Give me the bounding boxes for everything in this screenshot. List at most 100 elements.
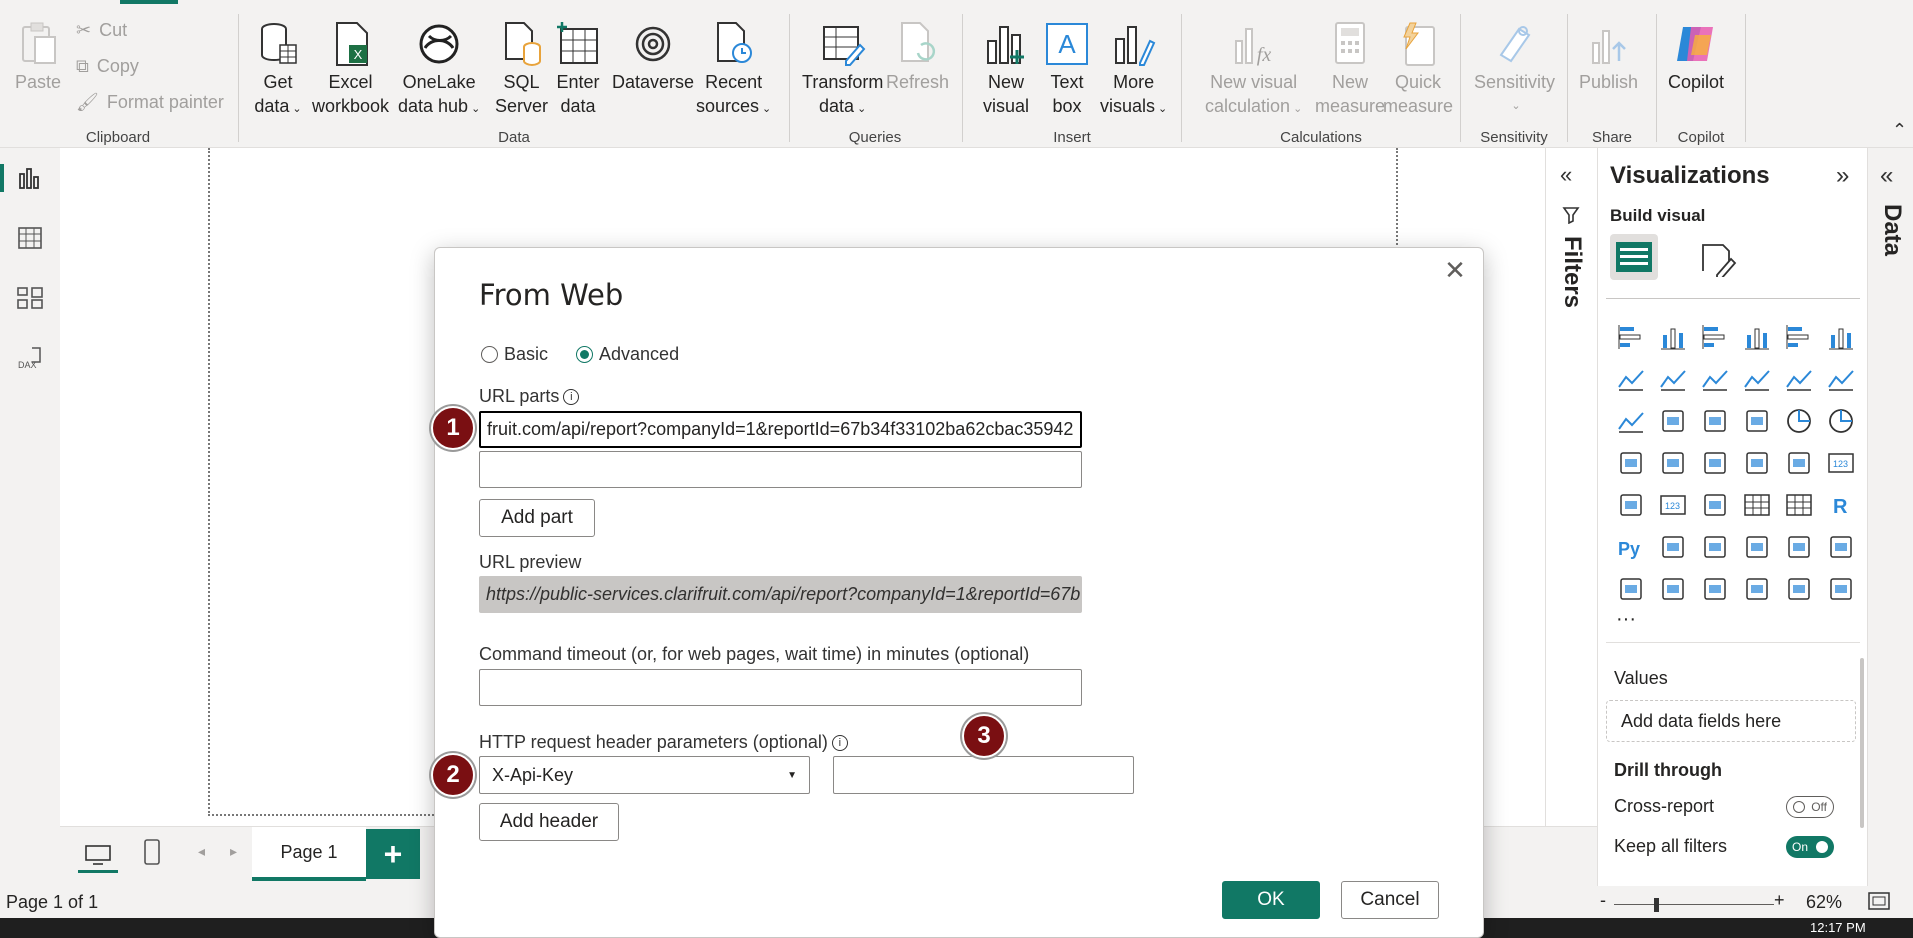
dataverse-button[interactable]: Dataverse <box>612 20 694 94</box>
pane-scrollbar[interactable] <box>1860 658 1864 828</box>
map-visual-icon[interactable] <box>1652 442 1694 484</box>
pie-visual-icon[interactable] <box>1778 400 1820 442</box>
advanced-radio[interactable] <box>576 346 594 363</box>
quick-measure-button[interactable]: Quick measure <box>1383 20 1453 118</box>
qa-visual-icon[interactable] <box>1736 526 1778 568</box>
url-part-1-input[interactable]: fruit.com/api/report?companyId=1&reportI… <box>479 411 1082 448</box>
decomposition-tree-visual-icon[interactable] <box>1694 526 1736 568</box>
funnel-visual-icon[interactable] <box>1694 400 1736 442</box>
filled-map-visual-icon[interactable] <box>1694 442 1736 484</box>
100-area-visual-icon[interactable] <box>1736 358 1778 400</box>
stacked-bar-visual-icon[interactable] <box>1610 316 1652 358</box>
key-influencers-visual-icon[interactable] <box>1652 526 1694 568</box>
cut-button[interactable]: ✂ Cut <box>76 20 127 41</box>
collapse-visualizations-icon[interactable]: » <box>1836 162 1849 190</box>
table-view-icon[interactable] <box>12 220 48 256</box>
donut-visual-icon[interactable] <box>1820 400 1862 442</box>
next-page-icon[interactable]: ▸ <box>230 843 237 860</box>
text-box-button[interactable]: A Text box <box>1043 20 1091 118</box>
zoom-out-button[interactable]: - <box>1600 890 1606 911</box>
treemap-visual-icon[interactable] <box>1610 442 1652 484</box>
clustered-column-visual-icon[interactable] <box>1736 316 1778 358</box>
100-column-visual-icon[interactable] <box>1820 316 1862 358</box>
clustered-bar-visual-icon[interactable] <box>1694 316 1736 358</box>
dax-query-view-icon[interactable]: DAX <box>12 340 48 376</box>
filters-pane-collapsed[interactable]: « Filters <box>1545 148 1597 886</box>
command-timeout-input[interactable] <box>479 669 1082 706</box>
previous-page-icon[interactable]: ◂ <box>198 843 205 860</box>
python-visual-visual-icon[interactable]: Py <box>1610 526 1652 568</box>
add-page-button[interactable]: + <box>366 829 420 879</box>
new-visual-calculation-button[interactable]: fx New visual calculation ⌄ <box>1205 20 1302 121</box>
slicer-visual-icon[interactable] <box>1694 484 1736 526</box>
matrix-visual-icon[interactable] <box>1778 484 1820 526</box>
smart-narrative-visual-icon[interactable] <box>1778 526 1820 568</box>
zoom-level[interactable]: 62% <box>1806 892 1842 913</box>
line-visual-icon[interactable] <box>1610 358 1652 400</box>
model-view-icon[interactable] <box>12 280 48 316</box>
scatter-visual-icon[interactable] <box>1736 400 1778 442</box>
build-visual-tab[interactable] <box>1610 234 1658 280</box>
format-visual-tab[interactable] <box>1696 236 1740 280</box>
power-automate-visual-icon[interactable] <box>1694 568 1736 610</box>
zoom-slider-thumb[interactable] <box>1654 898 1659 912</box>
desktop-layout-icon[interactable] <box>78 839 118 873</box>
stacked-area-visual-icon[interactable] <box>1694 358 1736 400</box>
excel-workbook-button[interactable]: X Excel workbook <box>312 20 389 118</box>
power-apps-visual-icon[interactable] <box>1652 568 1694 610</box>
enter-data-button[interactable]: Enter data <box>554 20 602 118</box>
close-icon[interactable]: ✕ <box>1441 256 1469 284</box>
area-visual-icon[interactable] <box>1652 358 1694 400</box>
r-visual-visual-icon[interactable]: R <box>1820 484 1862 526</box>
metrics-visual-icon[interactable] <box>1820 526 1862 568</box>
url-part-2-input[interactable] <box>479 451 1082 488</box>
recent-sources-button[interactable]: Recent sources ⌄ <box>696 20 771 121</box>
more-visuals-ellipsis[interactable]: ··· <box>1616 608 1636 631</box>
basic-radio[interactable] <box>481 346 498 363</box>
custom-visual-visual-icon[interactable] <box>1778 568 1820 610</box>
paste-button[interactable]: Paste <box>14 20 62 94</box>
kpi-visual-icon[interactable]: 123 <box>1652 484 1694 526</box>
copilot-button[interactable]: Copilot <box>1668 20 1724 94</box>
stacked-column-visual-icon[interactable] <box>1652 316 1694 358</box>
expand-filters-icon[interactable]: « <box>1560 162 1572 188</box>
get-data-button[interactable]: Get data ⌄ <box>254 20 302 121</box>
goals-visual-icon[interactable] <box>1820 568 1862 610</box>
page-tab-1[interactable]: Page 1 <box>252 827 366 881</box>
publish-button[interactable]: Publish <box>1579 20 1638 94</box>
azure-map-visual-icon[interactable] <box>1736 442 1778 484</box>
collapse-ribbon-icon[interactable]: ⌃ <box>1892 120 1907 141</box>
arcgis-visual-icon[interactable] <box>1736 568 1778 610</box>
paginated-report-visual-icon[interactable] <box>1610 568 1652 610</box>
cross-report-toggle[interactable]: Off <box>1786 796 1834 818</box>
expand-data-icon[interactable]: « <box>1880 162 1893 190</box>
add-header-button[interactable]: Add header <box>479 803 619 841</box>
keep-all-filters-toggle[interactable]: On <box>1786 836 1834 858</box>
format-painter-button[interactable]: 🖌 Format painter <box>76 92 224 113</box>
table-visual-icon[interactable] <box>1736 484 1778 526</box>
100-bar-visual-icon[interactable] <box>1778 316 1820 358</box>
multi-row-card-visual-icon[interactable] <box>1610 484 1652 526</box>
new-measure-button[interactable]: New measure <box>1315 20 1385 118</box>
line-clustered-column-visual-icon[interactable] <box>1820 358 1862 400</box>
info-icon[interactable]: i <box>831 735 848 752</box>
cancel-button[interactable]: Cancel <box>1341 881 1439 919</box>
new-visual-button[interactable]: New visual <box>982 20 1030 118</box>
sql-server-button[interactable]: SQL Server <box>495 20 548 118</box>
add-part-button[interactable]: Add part <box>479 499 595 537</box>
info-icon[interactable]: i <box>563 389 580 406</box>
waterfall-visual-icon[interactable] <box>1652 400 1694 442</box>
header-value-input[interactable] <box>833 756 1134 794</box>
values-drop-zone[interactable]: Add data fields here <box>1606 700 1856 742</box>
card-visual-icon[interactable]: 123 <box>1820 442 1862 484</box>
header-name-dropdown[interactable]: X-Api-Key ▼ <box>479 756 810 794</box>
copy-button[interactable]: ⧉ Copy <box>76 56 139 77</box>
ribbon-visual-icon[interactable] <box>1610 400 1652 442</box>
data-pane-collapsed[interactable]: « Data <box>1867 148 1913 886</box>
zoom-in-button[interactable]: + <box>1774 890 1785 911</box>
refresh-button[interactable]: Refresh <box>886 20 949 94</box>
onelake-data-hub-button[interactable]: OneLake data hub ⌄ <box>398 20 480 121</box>
mobile-layout-icon[interactable] <box>144 839 160 870</box>
ok-button[interactable]: OK <box>1222 881 1320 919</box>
transform-data-button[interactable]: Transform data ⌄ <box>802 20 883 121</box>
